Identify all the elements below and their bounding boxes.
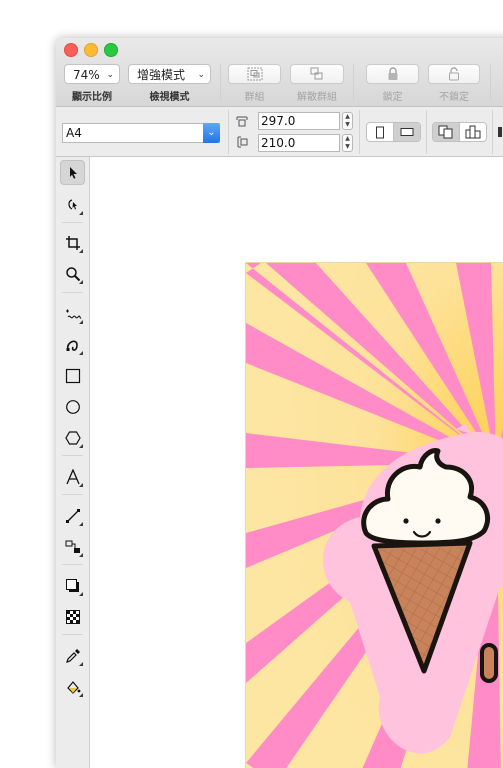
unlock-label: 不鎖定 <box>439 92 469 103</box>
chevron-down-icon: ⌄ <box>197 70 205 80</box>
zoom-popup[interactable]: 74% ⌄ <box>64 64 120 84</box>
toolbox-separator <box>62 494 83 495</box>
page-width-stepper[interactable]: ▲ ▼ <box>342 112 353 130</box>
rectangle-tool[interactable] <box>60 363 85 388</box>
toolbox-separator <box>62 222 83 223</box>
checkerboard-icon <box>65 609 80 624</box>
toolbar-separator <box>353 64 354 100</box>
ungroup-label: 解散群組 <box>297 92 337 103</box>
ice-pop-stick <box>480 643 498 683</box>
toolbar-separator <box>490 64 491 100</box>
fill-tool[interactable] <box>60 674 85 699</box>
freehand-tool[interactable] <box>60 301 85 326</box>
crop-tool[interactable] <box>60 230 85 255</box>
zoom-value: 74% <box>73 68 100 82</box>
toolbox-separator <box>62 564 83 565</box>
artwork-page[interactable] <box>245 262 503 768</box>
lock-icon <box>388 67 397 80</box>
zoom-label: 顯示比例 <box>72 92 112 103</box>
toolbox <box>56 157 90 768</box>
orientation-control <box>366 122 421 142</box>
propbar-separator <box>492 110 493 154</box>
toolbar-separator <box>220 64 221 100</box>
group-icon <box>247 67 262 81</box>
lock-label: 鎖定 <box>382 92 403 103</box>
single-page-button[interactable] <box>433 123 459 141</box>
connector-tool[interactable] <box>60 534 85 559</box>
title-toolbar: 74% ⌄ 顯示比例 增強模式 ⌄ 檢視模式 群組 解散群組 鎖定 不鎖定 <box>56 38 503 107</box>
toolbox-separator <box>62 292 83 293</box>
view-mode-label: 檢視模式 <box>149 92 190 103</box>
page-mode-control <box>432 122 487 142</box>
zoom-tool[interactable] <box>60 261 85 286</box>
chevron-down-icon[interactable]: ⌄ <box>203 123 220 143</box>
chevron-down-icon: ⌄ <box>106 70 114 80</box>
multi-pages-icon <box>465 125 481 139</box>
bezier-tool[interactable] <box>60 332 85 357</box>
pointer-tool[interactable] <box>60 160 85 185</box>
portrait-icon <box>376 126 384 138</box>
line-tool[interactable] <box>60 503 85 528</box>
propbar-separator <box>359 110 360 154</box>
all-pages-button[interactable] <box>459 123 486 141</box>
pages-icon <box>438 125 453 139</box>
landscape-icon <box>400 128 414 136</box>
eye-left <box>403 518 409 524</box>
unlock-button[interactable] <box>428 64 480 84</box>
property-bar: A4 ⌄ 297.0 ▲ ▼ 210.0 ▲ ▼ <box>56 107 503 157</box>
zoom-window-button[interactable] <box>104 43 118 57</box>
eye-right <box>435 518 441 524</box>
minimize-window-button[interactable] <box>84 43 98 57</box>
pointer-icon <box>69 166 77 179</box>
landscape-button[interactable] <box>393 123 420 141</box>
page-height-field[interactable]: 210.0 <box>258 134 340 152</box>
ungroup-icon <box>310 67 323 80</box>
node-edit-tool[interactable] <box>60 192 85 217</box>
toolbox-separator <box>62 634 83 635</box>
group-button[interactable] <box>228 64 281 84</box>
page-height-stepper[interactable]: ▲ ▼ <box>342 134 353 152</box>
eyedropper-tool[interactable] <box>60 643 85 668</box>
page-width-field[interactable]: 297.0 <box>258 112 340 130</box>
app-window: 74% ⌄ 顯示比例 增強模式 ⌄ 檢視模式 群組 解散群組 鎖定 不鎖定 A4… <box>56 38 503 768</box>
shadow-tool[interactable] <box>60 573 85 598</box>
ellipse-icon <box>65 399 80 414</box>
more-tools-icon[interactable] <box>498 127 502 137</box>
ungroup-button[interactable] <box>290 64 344 84</box>
view-mode-value: 增強模式 <box>137 68 186 82</box>
ice-cream-illustration <box>246 263 503 768</box>
propbar-separator <box>426 110 427 154</box>
ellipse-tool[interactable] <box>60 394 85 419</box>
lock-button[interactable] <box>366 64 419 84</box>
unlock-icon <box>449 67 459 81</box>
group-label: 群組 <box>244 92 265 103</box>
rectangle-icon <box>65 368 80 383</box>
page-size-value: A4 <box>66 126 82 140</box>
page-height-icon <box>237 136 248 148</box>
close-window-button[interactable] <box>64 43 78 57</box>
view-mode-popup[interactable]: 增強模式 ⌄ <box>128 64 211 84</box>
page-width-icon <box>236 116 248 127</box>
text-tool[interactable] <box>60 464 85 489</box>
drawing-canvas[interactable] <box>90 157 503 768</box>
transparency-tool[interactable] <box>60 604 85 629</box>
toolbox-separator <box>62 455 83 456</box>
page-size-combo[interactable]: A4 ⌄ <box>62 123 220 143</box>
polygon-tool[interactable] <box>60 425 85 450</box>
portrait-button[interactable] <box>367 123 393 141</box>
propbar-separator <box>228 110 229 154</box>
